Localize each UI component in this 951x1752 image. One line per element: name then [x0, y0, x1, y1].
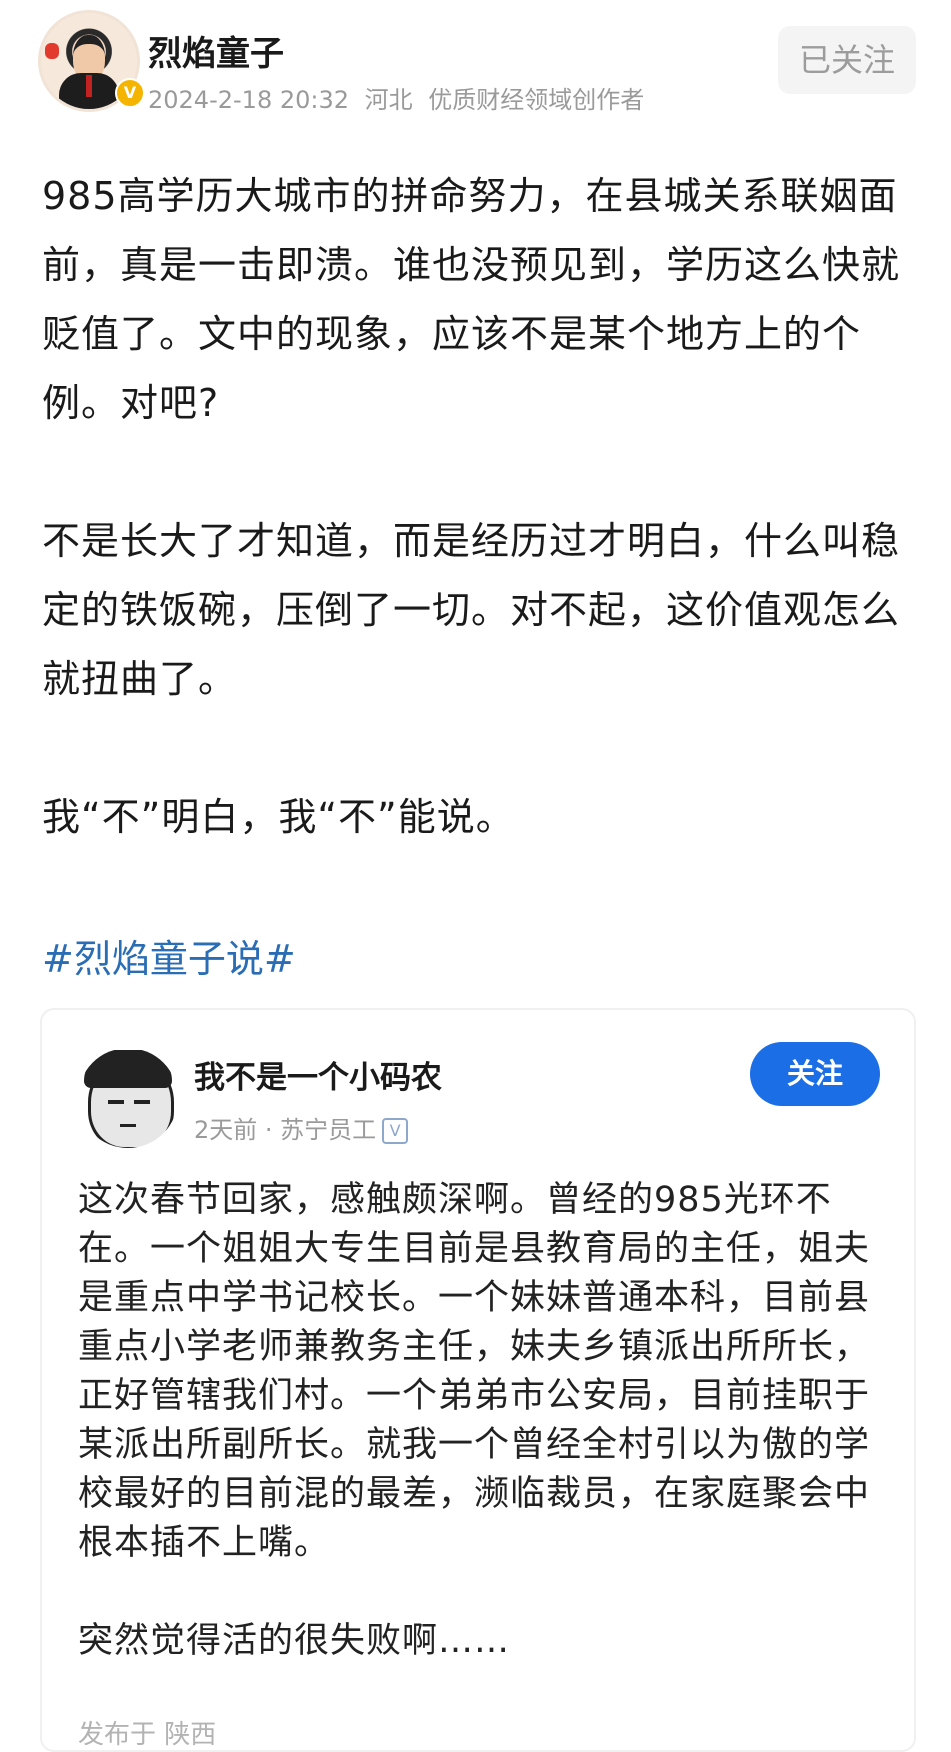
post-body: 985高学历大城市的拼命努力，在县城关系联姻面前，真是一击即溃。谁也没预见到，学… [42, 162, 912, 921]
followed-button[interactable]: 已关注 [778, 26, 916, 94]
author-name[interactable]: 烈焰童子 [148, 26, 284, 75]
author-tag: 优质财经领域创作者 [428, 86, 645, 114]
post-paragraph: 985高学历大城市的拼命努力，在县城关系联姻面前，真是一击即溃。谁也没预见到，学… [42, 174, 901, 425]
verified-badge-icon: V [115, 78, 145, 108]
post-paragraph: 我“不”明白，我“不”能说。 [42, 795, 515, 839]
post-date: 2024-2-18 20:32 [148, 86, 349, 114]
hashtag-link[interactable]: #烈焰童子说# [42, 928, 296, 983]
post-meta: 2024-2-18 20:32 河北 优质财经领域创作者 [148, 80, 652, 115]
quoted-paragraph: 突然觉得活的很失败啊…… [78, 1621, 511, 1661]
quoted-post-card[interactable]: 我不是一个小码农 2天前 · 苏宁员工 V 关注 这次春节回家，感触颇深啊。曾经的… [40, 1008, 916, 1752]
verified-icon: V [382, 1118, 409, 1144]
cartoon-eye [108, 1100, 124, 1104]
lantern-decoration [45, 43, 59, 59]
post-paragraph: 不是长大了才知道，而是经历过才明白，什么叫稳定的铁饭碗，压倒了一切。对不起，这价… [42, 519, 901, 701]
quoted-paragraph: 这次春节回家，感触颇深啊。曾经的985光环不在。一个姐姐大专生目前是县教育局的主… [78, 1180, 871, 1563]
quoted-author-avatar[interactable] [78, 1048, 178, 1148]
follow-button[interactable]: 关注 [750, 1042, 880, 1106]
quoted-post-meta: 2天前 · 苏宁员工 V [194, 1110, 409, 1145]
quoted-author-name[interactable]: 我不是一个小码农 [194, 1052, 442, 1097]
quoted-post-body: 这次春节回家，感触颇深啊。曾经的985光环不在。一个姐姐大专生目前是县教育局的主… [78, 1176, 878, 1715]
post-location: 河北 [364, 86, 413, 114]
cartoon-mouth [120, 1124, 136, 1127]
cartoon-hair [84, 1050, 172, 1088]
quoted-meta-text: 2天前 · 苏宁员工 [194, 1116, 377, 1144]
cartoon-eye [134, 1100, 150, 1104]
post-header: V 烈焰童子 2024-2-18 20:32 河北 优质财经领域创作者 已关注 [0, 0, 951, 140]
author-avatar-tie [86, 75, 92, 97]
